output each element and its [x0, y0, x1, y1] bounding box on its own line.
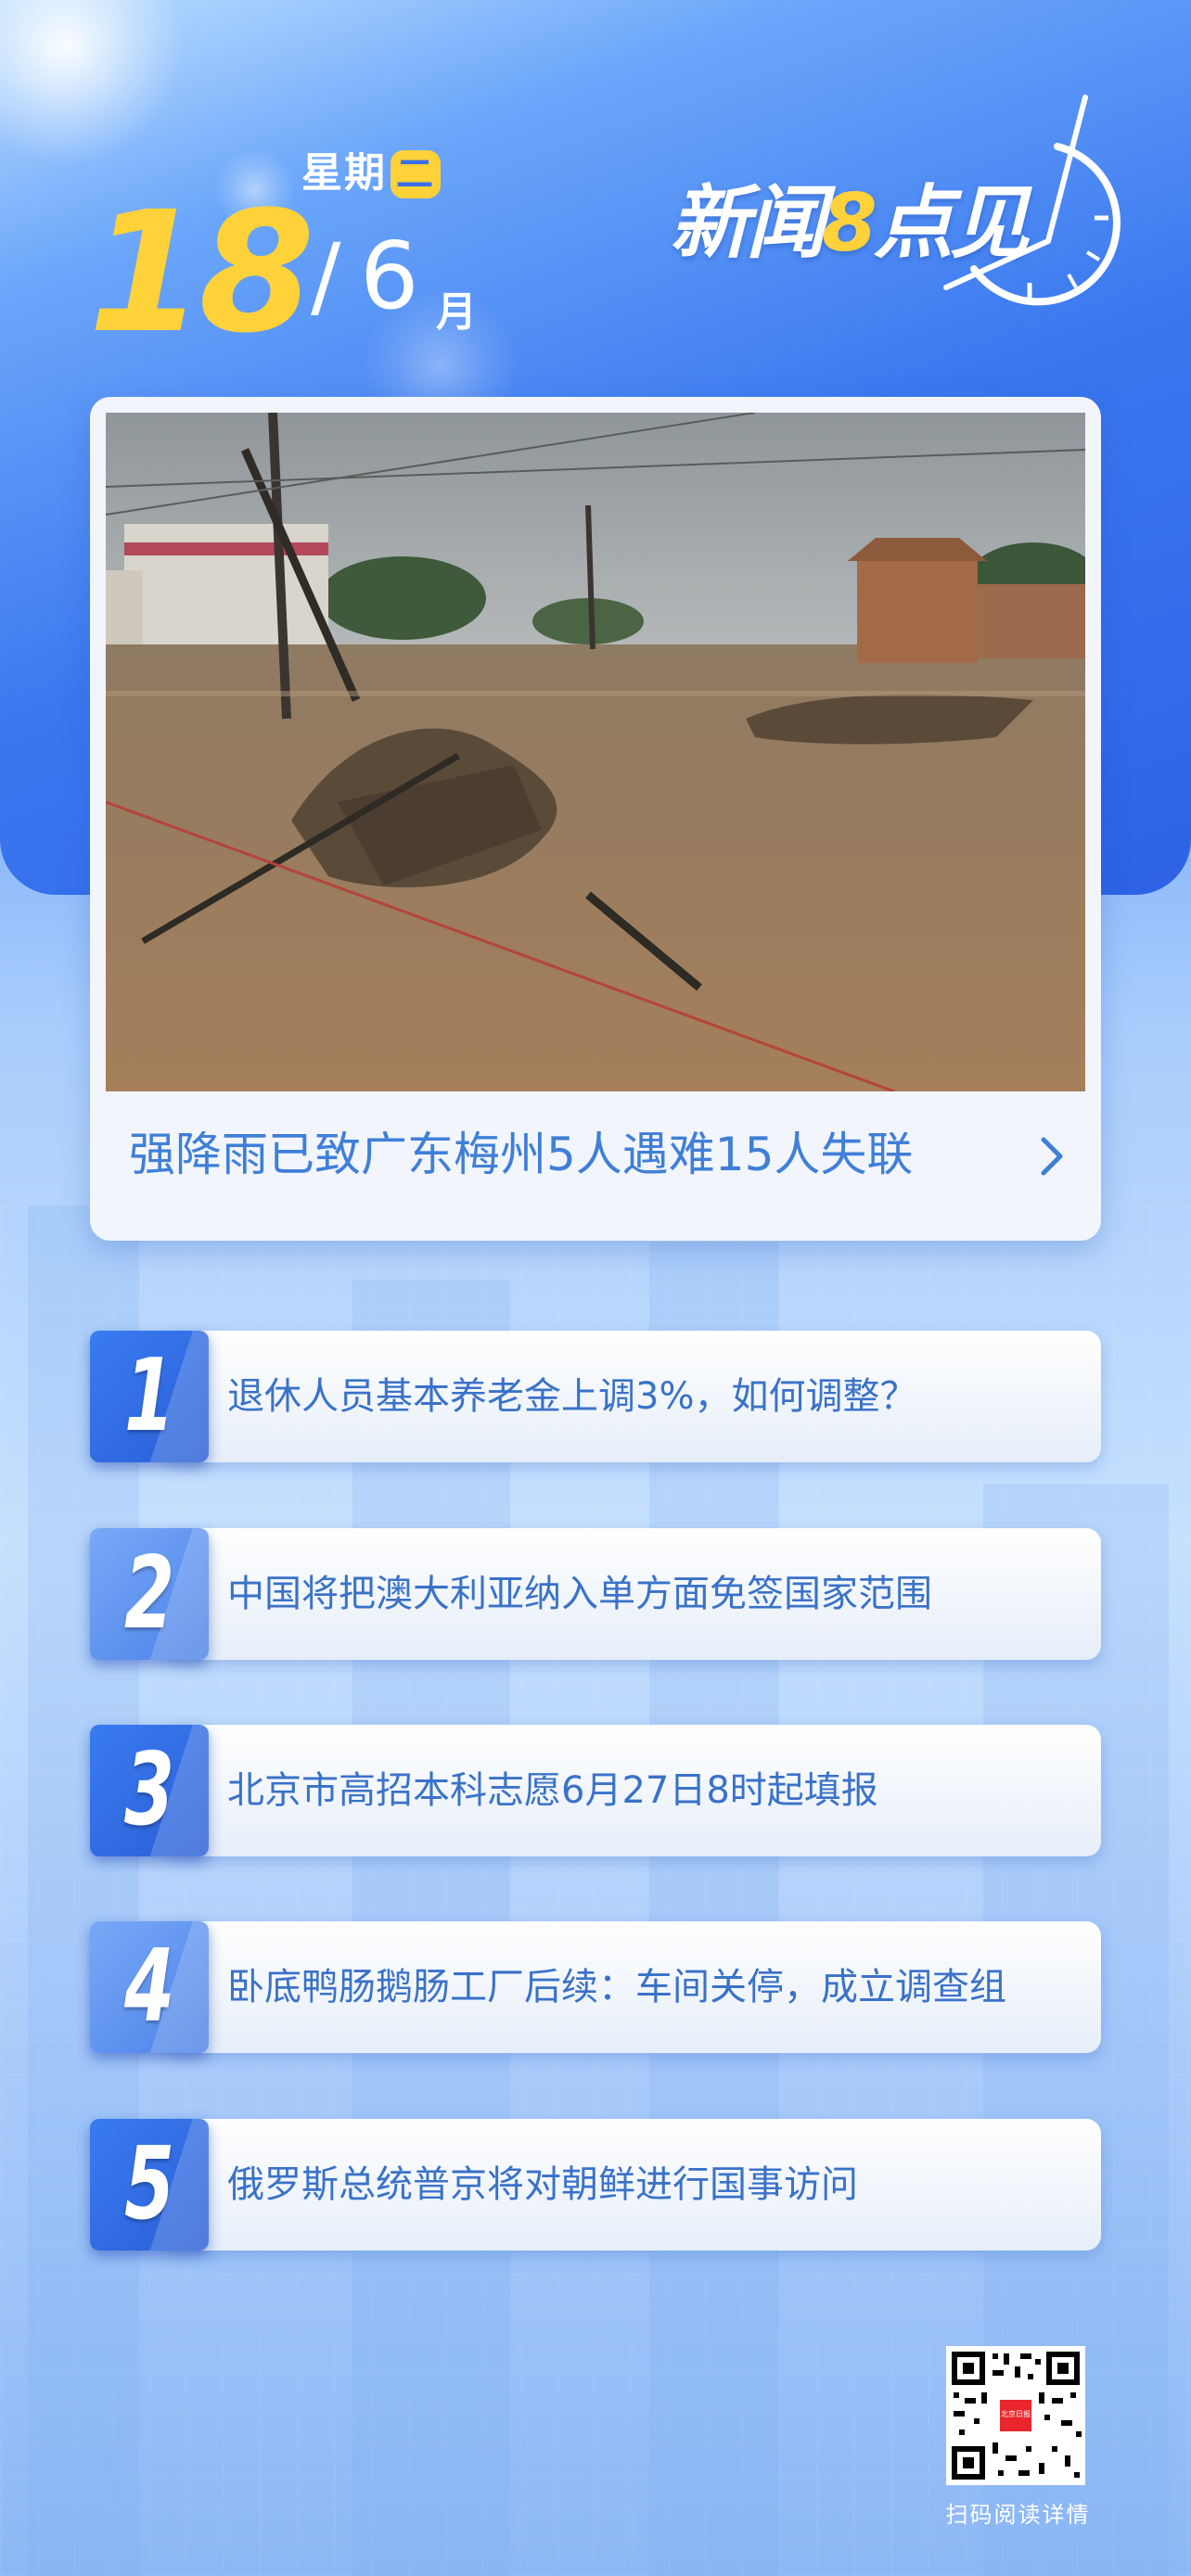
news-title[interactable]: 卧底鸭肠鹅肠工厂后续：车间关停，成立调查组	[227, 1921, 1006, 2053]
clock-icon	[943, 95, 1121, 306]
news-title[interactable]: 北京市高招本科志愿6月27日8时起填报	[227, 1725, 878, 1856]
headline-photo	[106, 413, 1085, 1091]
news-item-5[interactable]: 5 俄罗斯总统普京将对朝鲜进行国事访问	[90, 2119, 1101, 2251]
flood-image	[106, 413, 1085, 1091]
headline-title[interactable]: 强降雨已致广东梅州5人遇难15人失联	[129, 1122, 1019, 1187]
rank-badge: 5	[90, 2119, 209, 2251]
rank-number: 4	[123, 1929, 175, 2045]
month-char: 月	[436, 288, 477, 336]
day-number: 18	[88, 176, 314, 370]
rank-number: 3	[123, 1732, 175, 1848]
weekday-label: 星期二	[301, 139, 441, 198]
brand-eight: 8	[822, 177, 877, 270]
news-item-1[interactable]: 1 退休人员基本养老金上调3%，如何调整？	[90, 1331, 1101, 1462]
month-number: 6	[360, 222, 419, 330]
news-title[interactable]: 中国将把澳大利亚纳入单方面免签国家范围	[227, 1528, 932, 1660]
chevron-right-icon[interactable]	[1038, 1136, 1066, 1177]
rank-badge: 3	[90, 1725, 209, 1856]
weekday-char: 二	[391, 150, 441, 198]
date-separator: /	[311, 224, 341, 328]
rank-number: 2	[123, 1536, 175, 1651]
rank-number: 1	[123, 1338, 175, 1454]
news-title[interactable]: 退休人员基本养老金上调3%，如何调整？	[227, 1331, 916, 1462]
qr-caption: 扫码阅读详情	[945, 2502, 1091, 2528]
qr-code[interactable]: 北京日报	[946, 2346, 1085, 2485]
weekday-prefix: 星期	[301, 149, 387, 197]
headline-card[interactable]: 强降雨已致广东梅州5人遇难15人失联	[90, 397, 1101, 1241]
rank-badge: 4	[90, 1921, 209, 2053]
news-item-2[interactable]: 2 中国将把澳大利亚纳入单方面免签国家范围	[90, 1528, 1101, 1660]
rank-badge: 1	[90, 1331, 209, 1462]
news-title[interactable]: 俄罗斯总统普京将对朝鲜进行国事访问	[227, 2119, 858, 2251]
brand-text-1: 新闻	[670, 177, 826, 270]
rank-number: 5	[123, 2126, 175, 2242]
qr-logo-text: 北京日报	[1001, 2410, 1031, 2418]
news-item-4[interactable]: 4 卧底鸭肠鹅肠工厂后续：车间关停，成立调查组	[90, 1921, 1101, 2053]
news-item-3[interactable]: 3 北京市高招本科志愿6月27日8时起填报	[90, 1725, 1101, 1856]
rank-badge: 2	[90, 1528, 209, 1660]
